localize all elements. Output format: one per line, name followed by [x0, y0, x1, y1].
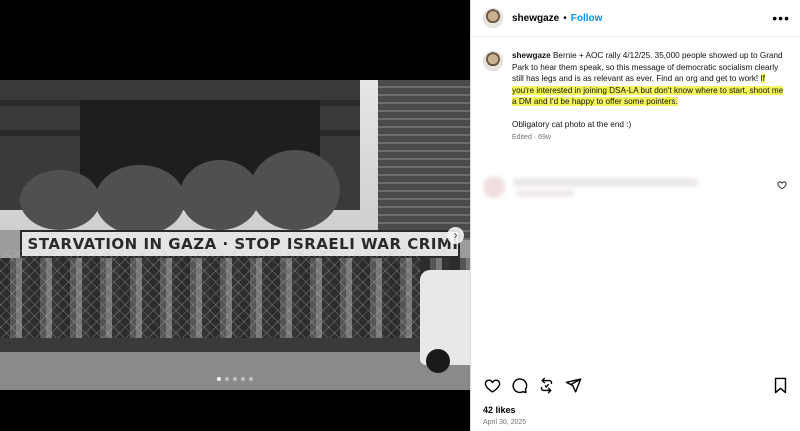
author-username[interactable]: shewgaze	[512, 13, 559, 24]
likes-count[interactable]: 42 likes	[483, 405, 516, 415]
carousel-dot	[249, 377, 253, 381]
photo-tree	[20, 170, 100, 230]
author-avatar[interactable]	[483, 8, 503, 28]
carousel-indicator	[0, 377, 470, 381]
blurred-comment	[483, 176, 793, 200]
like-icon[interactable]	[483, 376, 501, 394]
caption-plain-text: Bernie + AOC rally 4/12/25. 35,000 peopl…	[512, 51, 783, 84]
bookmark-icon[interactable]	[771, 376, 789, 394]
photo-fence	[0, 250, 420, 350]
comment-icon[interactable]	[510, 376, 528, 394]
caption-text: shewgaze Bernie + AOC rally 4/12/25. 35,…	[512, 50, 784, 108]
repost-icon[interactable]	[537, 376, 555, 394]
photo-car	[420, 270, 470, 373]
caption-avatar[interactable]	[483, 51, 503, 71]
more-options-icon[interactable]: •••	[772, 10, 790, 26]
photo-shadow	[0, 338, 420, 352]
photo-building-right	[378, 80, 470, 240]
carousel-dot	[241, 377, 245, 381]
comment-avatar-blurred	[483, 176, 505, 198]
carousel-next-button[interactable]: ›	[447, 227, 464, 244]
action-bar	[483, 376, 789, 394]
caption-body: shewgaze Bernie + AOC rally 4/12/25. 35,…	[512, 50, 784, 141]
photo-tree	[250, 150, 340, 230]
carousel-dot	[233, 377, 237, 381]
comment-meta-blurred	[515, 190, 575, 197]
follow-button[interactable]: Follow	[571, 13, 603, 24]
comment-text-blurred	[513, 178, 698, 187]
post-caption: shewgaze Bernie + AOC rally 4/12/25. 35,…	[483, 50, 793, 141]
post-header: shewgaze • Follow •••	[471, 0, 800, 37]
share-icon[interactable]	[564, 376, 582, 394]
photo-tree	[180, 160, 260, 230]
media-pane: STOP STARVATION IN GAZA · STOP ISRAELI W…	[0, 0, 470, 431]
post-date: April 30, 2025	[483, 419, 527, 426]
post-photo[interactable]: STOP STARVATION IN GAZA · STOP ISRAELI W…	[0, 80, 470, 390]
post-side-panel: shewgaze • Follow ••• shewgaze Bernie + …	[470, 0, 800, 431]
photo-tree	[95, 165, 185, 235]
caption-extra-line: Obligatory cat photo at the end :)	[512, 119, 632, 129]
caption-username[interactable]: shewgaze	[512, 51, 551, 60]
post-view: STOP STARVATION IN GAZA · STOP ISRAELI W…	[0, 0, 800, 431]
carousel-dot	[225, 377, 229, 381]
header-separator: •	[563, 12, 567, 24]
caption-meta: Edited · 69w	[512, 133, 551, 141]
carousel-dot	[217, 377, 221, 381]
comment-like-icon[interactable]	[777, 180, 787, 193]
